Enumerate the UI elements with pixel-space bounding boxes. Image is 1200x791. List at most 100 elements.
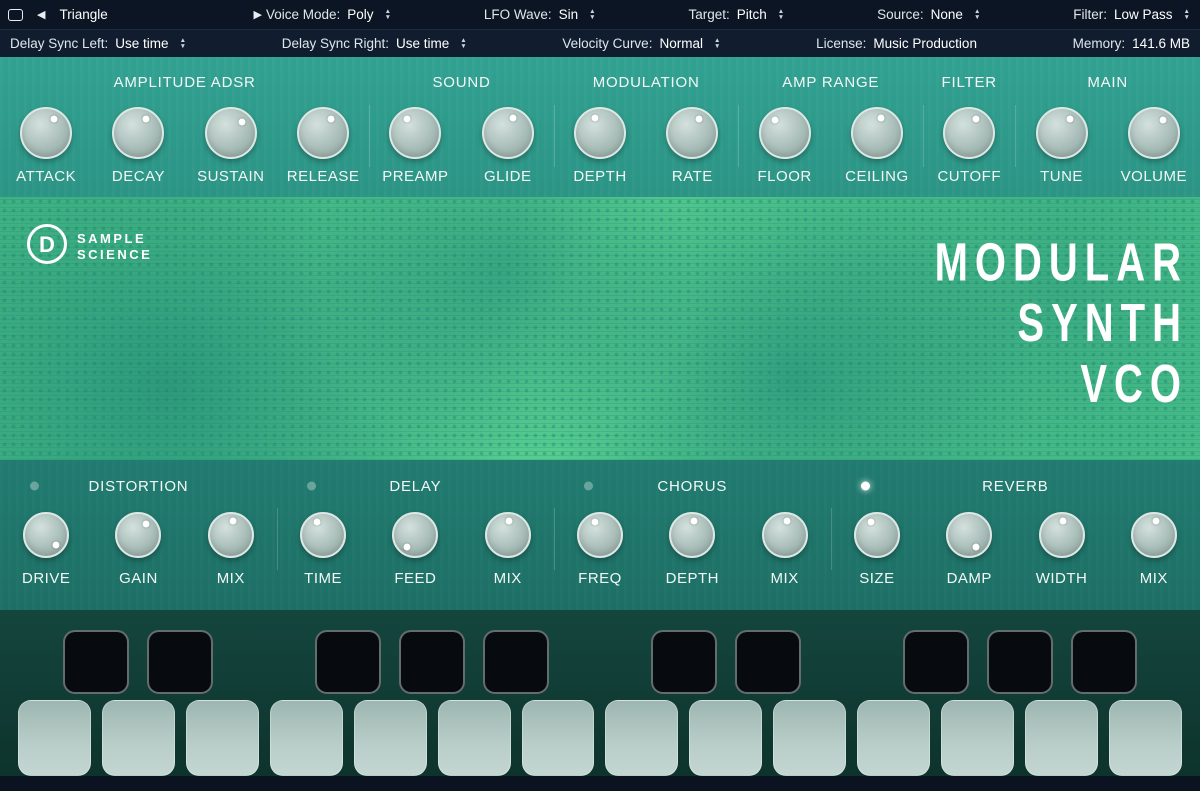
- knob-release[interactable]: [297, 107, 350, 159]
- menu-target[interactable]: Target: Pitch ▲ ▼: [689, 7, 785, 22]
- knob-rate[interactable]: [666, 107, 719, 159]
- updown-arrows-icon[interactable]: ▲ ▼: [180, 37, 186, 50]
- white-key-14[interactable]: [1108, 700, 1182, 776]
- next-preset-button[interactable]: ▶: [254, 8, 262, 21]
- knob-mix[interactable]: [1130, 512, 1177, 558]
- black-key-5[interactable]: [483, 630, 550, 694]
- white-key-2[interactable]: [101, 700, 175, 776]
- updown-arrows-icon[interactable]: ▲ ▼: [460, 37, 466, 50]
- black-key-10[interactable]: [1070, 630, 1137, 694]
- white-key-9[interactable]: [689, 700, 763, 776]
- menu-velocity-curve[interactable]: Velocity Curve: Normal ▲ ▼: [562, 36, 720, 51]
- knob-cell-modulation-rate: RATE: [646, 107, 738, 197]
- menu-delay-sync-left[interactable]: Delay Sync Left: Use time ▲ ▼: [10, 36, 186, 51]
- black-key-7[interactable]: [734, 630, 801, 694]
- menu-source[interactable]: Source: None ▲ ▼: [877, 7, 980, 22]
- knob-feed[interactable]: [392, 512, 439, 558]
- menu-filter[interactable]: Filter: Low Pass ▲ ▼: [1073, 7, 1190, 22]
- white-key-6[interactable]: [437, 700, 511, 776]
- knob-time[interactable]: [300, 512, 347, 558]
- logo-text: SAMPLE SCIENCE: [77, 231, 152, 263]
- white-key-7[interactable]: [521, 700, 595, 776]
- license-label: License:: [816, 36, 867, 51]
- menu-voice-mode[interactable]: Voice Mode: Poly ▲ ▼: [266, 7, 391, 22]
- volume-label: VOLUME: [1120, 168, 1188, 185]
- knob-depth[interactable]: [574, 107, 626, 159]
- distortion-led[interactable]: [30, 481, 39, 491]
- prev-preset-button[interactable]: ◀: [37, 8, 45, 21]
- updown-arrows-icon[interactable]: ▲ ▼: [974, 8, 980, 21]
- black-key-4[interactable]: [399, 630, 466, 694]
- knob-indicator-dot: [591, 518, 599, 526]
- black-key-8[interactable]: [902, 630, 969, 694]
- white-key-10[interactable]: [773, 700, 847, 776]
- knob-size[interactable]: [853, 512, 900, 558]
- knob-mix[interactable]: [207, 512, 254, 558]
- knob-damp[interactable]: [946, 512, 993, 558]
- white-key-4[interactable]: [269, 700, 343, 776]
- preset-name[interactable]: Triangle: [59, 7, 107, 22]
- white-key-12[interactable]: [941, 700, 1015, 776]
- down-arrow-icon: ▼: [384, 13, 391, 21]
- knob-indicator-dot: [1066, 115, 1074, 123]
- knob-floor[interactable]: [758, 107, 811, 159]
- knob-freq[interactable]: [577, 512, 623, 558]
- updown-arrows-icon[interactable]: ▲ ▼: [1183, 8, 1190, 21]
- logo-line1: SAMPLE: [77, 230, 147, 246]
- group-header-reverb: REVERB: [831, 460, 1200, 512]
- updown-arrows-icon[interactable]: ▲ ▼: [384, 8, 391, 21]
- floor-label: FLOOR: [757, 168, 812, 185]
- black-key-3[interactable]: [315, 630, 382, 694]
- white-key-11[interactable]: [857, 700, 931, 776]
- knobs-row-main: TUNE VOLUME: [1015, 107, 1200, 197]
- white-key-3[interactable]: [185, 700, 259, 776]
- knob-decay[interactable]: [112, 107, 165, 159]
- second-menubar: Delay Sync Left: Use time ▲ ▼ Delay Sync Rig…: [0, 29, 1200, 57]
- black-key-1[interactable]: [63, 630, 130, 694]
- knob-attack[interactable]: [20, 107, 73, 159]
- updown-arrows-icon[interactable]: ▲ ▼: [589, 8, 595, 21]
- knob-ceiling[interactable]: [850, 107, 903, 159]
- updown-arrows-icon[interactable]: ▲ ▼: [778, 8, 784, 21]
- knob-indicator-dot: [877, 114, 885, 121]
- updown-arrows-icon[interactable]: ▲ ▼: [714, 37, 720, 50]
- knob-sustain[interactable]: [204, 107, 257, 159]
- knob-gain[interactable]: [115, 512, 162, 558]
- white-key-13[interactable]: [1025, 700, 1098, 776]
- down-arrow-icon: ▼: [1183, 13, 1190, 21]
- black-key-6[interactable]: [650, 630, 717, 694]
- window-icon[interactable]: [8, 8, 23, 21]
- black-key-2[interactable]: [147, 630, 214, 694]
- mix-label: MIX: [770, 570, 799, 587]
- knob-mix[interactable]: [484, 512, 531, 558]
- menu-delay-sync-right[interactable]: Delay Sync Right: Use time ▲ ▼: [282, 36, 467, 51]
- knob-glide[interactable]: [481, 107, 534, 159]
- knob-width[interactable]: [1038, 512, 1085, 558]
- knob-indicator-dot: [313, 518, 321, 526]
- knob-volume[interactable]: [1127, 107, 1180, 159]
- velocity-curve-label: Velocity Curve:: [562, 36, 653, 51]
- knobs-row-distortion: DRIVE GAIN MIX: [0, 512, 277, 610]
- source-label: Source:: [877, 7, 924, 22]
- delay-title: DELAY: [389, 477, 442, 495]
- group-header-amp-range: AMP RANGE: [738, 57, 923, 107]
- reverb-led[interactable]: [860, 481, 870, 491]
- knob-depth[interactable]: [669, 512, 716, 558]
- white-key-5[interactable]: [353, 700, 427, 776]
- top-knob-panel: AMPLITUDE ADSR ATTACK DECAY SUSTAIN RELEASE S…: [0, 57, 1200, 197]
- time-label: TIME: [304, 570, 342, 587]
- knob-cutoff[interactable]: [943, 107, 996, 159]
- knob-drive[interactable]: [23, 512, 70, 558]
- knob-preamp[interactable]: [389, 107, 442, 159]
- delay-led[interactable]: [306, 481, 316, 491]
- knob-tune[interactable]: [1035, 107, 1088, 159]
- modulation-title: MODULATION: [592, 73, 700, 91]
- menu-lfo-wave[interactable]: LFO Wave: Sin ▲ ▼: [484, 7, 596, 22]
- white-key-8[interactable]: [605, 700, 679, 776]
- fx-panel: DISTORTION DRIVE GAIN MIX DELAY TIME FEED MIX CH…: [0, 460, 1200, 610]
- knob-mix[interactable]: [761, 512, 808, 558]
- chorus-led[interactable]: [583, 481, 593, 491]
- black-key-9[interactable]: [986, 630, 1053, 694]
- menubar1-items: Voice Mode: Poly ▲ ▼ LFO Wave: Sin ▲ ▼ Target: Pi…: [266, 7, 1192, 22]
- white-key-1[interactable]: [18, 700, 91, 776]
